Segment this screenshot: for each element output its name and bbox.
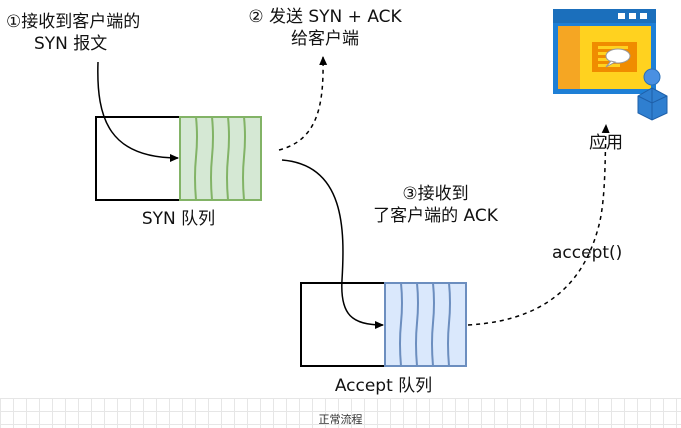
step2-label: ② 发送 SYN + ACK 给客户端	[225, 6, 425, 50]
app-label: 应用	[589, 133, 623, 153]
step1-label-line2: SYN 报文	[34, 34, 108, 54]
step2-label-line1: ② 发送 SYN + ACK	[248, 7, 402, 27]
step1-label-line1: ①接收到客户端的	[6, 12, 141, 32]
accept-queue	[300, 282, 467, 367]
syn-queue-filled-slots	[179, 116, 262, 201]
syn-queue	[95, 116, 262, 201]
syn-arrival-arrow	[97, 61, 179, 162]
application-window-icon	[553, 9, 656, 94]
step1-label: ①接收到客户端的 SYN 报文	[6, 11, 140, 55]
figure-caption: 正常流程	[318, 413, 363, 426]
step3-label-line2: 了客户端的 ACK	[373, 206, 498, 226]
step2-label-line2: 给客户端	[291, 29, 359, 49]
tcp-queue-diagram	[95, 9, 668, 367]
step3-label: ③接收到 了客户端的 ACK	[348, 183, 523, 227]
accept-queue-filled-slots	[384, 282, 467, 367]
accept-call-label: accept()	[552, 243, 623, 263]
step3-label-line1: ③接收到	[402, 184, 469, 204]
accept-queue-label: Accept 队列	[334, 376, 433, 396]
syn-ack-send-arrow	[278, 56, 328, 151]
syn-queue-label: SYN 队列	[141, 209, 216, 229]
